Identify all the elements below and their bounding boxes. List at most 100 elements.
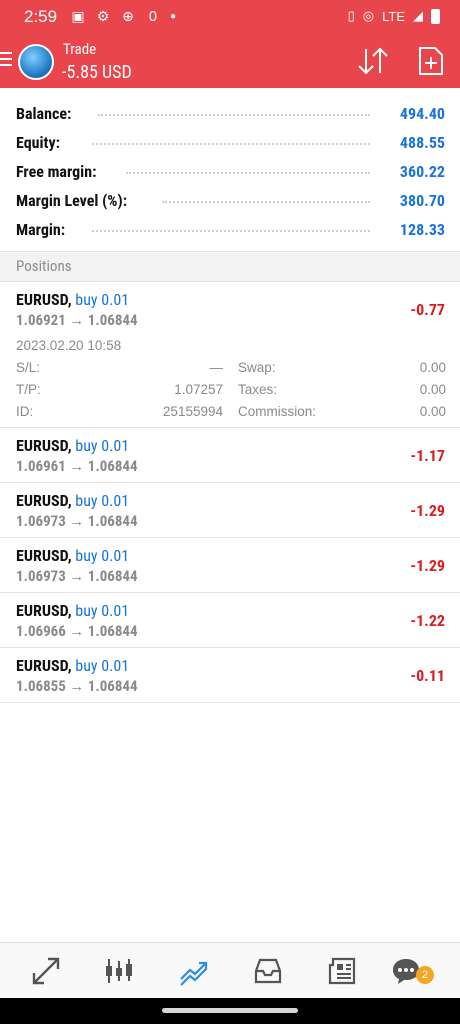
position-row[interactable]: EURUSD, buy 0.01 1.06961 → 1.06844 -1.17 (0, 428, 460, 483)
quotes-icon[interactable] (30, 955, 62, 987)
positions-header: Positions (0, 252, 460, 281)
position-symbol: EURUSD, buy 0.01 (16, 290, 129, 309)
position-profit: -0.11 (410, 666, 445, 685)
trade-icon[interactable] (178, 955, 210, 987)
symbol-text: EURUSD, (16, 546, 72, 565)
equity-row: Equity: 488.55 (0, 129, 460, 158)
symbol-text: EURUSD, (16, 491, 72, 510)
margin-level-row: Margin Level (%): 380.70 (0, 187, 460, 216)
margin-level-label: Margin Level (%): (16, 191, 128, 210)
margin-value: 128.33 (399, 220, 445, 239)
app-header: Trade -5.85 USD (0, 34, 460, 88)
margin-label: Margin: (16, 220, 66, 239)
balance-value: 494.40 (399, 104, 445, 123)
id-label: ID: (16, 404, 34, 419)
position-side: buy 0.01 (75, 546, 130, 565)
id-value: 25155994 (162, 404, 223, 419)
position-row[interactable]: EURUSD, buy 0.01 1.06921 → 1.06844 -0.77… (0, 282, 460, 428)
commission-value: 0.00 (419, 404, 446, 419)
position-row[interactable]: EURUSD, buy 0.01 1.06966 → 1.06844 -1.22 (0, 593, 460, 648)
swap-value: 0.00 (419, 360, 446, 375)
dotted-leader (162, 201, 370, 203)
home-indicator[interactable] (162, 1008, 298, 1013)
free-margin-row: Free margin: 360.22 (0, 158, 460, 187)
position-row[interactable]: EURUSD, buy 0.01 1.06973 → 1.06844 -1.29 (0, 483, 460, 538)
position-side: buy 0.01 (75, 491, 130, 510)
sl-label: S/L: (16, 360, 41, 375)
symbol-text: EURUSD, (16, 290, 72, 309)
position-prices: 1.06921 → 1.06844 (16, 311, 138, 329)
app-logo (18, 44, 54, 80)
page-title: Trade (63, 40, 97, 58)
dotted-leader (92, 230, 370, 232)
swap-label: Swap: (238, 360, 276, 375)
symbol-text: EURUSD, (16, 656, 72, 675)
new-order-icon[interactable] (418, 46, 444, 76)
positions-title: Positions (16, 257, 72, 275)
more-notifications-icon: ● (170, 11, 177, 22)
status-time: 2:59 (24, 7, 58, 26)
system-icons: ▯ ◎ LTE ◢ (348, 8, 440, 24)
dotted-leader (98, 114, 370, 116)
tp-label: T/P: (16, 382, 41, 397)
equity-value: 488.55 (399, 133, 445, 152)
vpn-icon: ⊕ (122, 9, 134, 25)
margin-row: Margin: 128.33 (0, 216, 460, 245)
position-side: buy 0.01 (75, 656, 130, 675)
message-icon: ▣ (71, 9, 85, 25)
gesture-bar (0, 998, 460, 1024)
position-prices: 1.06973 → 1.06844 (16, 512, 138, 530)
sl-value: — (209, 360, 224, 375)
position-symbol: EURUSD, buy 0.01 (16, 546, 129, 565)
notification-icons: ▣ ⚙ ⊕ O ● (70, 9, 176, 25)
position-row[interactable]: EURUSD, buy 0.01 1.06973 → 1.06844 -1.29 (0, 538, 460, 593)
tp-value: 1.07257 (174, 382, 223, 397)
opera-icon: O (148, 9, 158, 25)
position-profit: -1.29 (410, 556, 445, 575)
vibrate-icon: ▯ (347, 8, 355, 23)
free-margin-label: Free margin: (16, 162, 97, 181)
chart-icon[interactable] (103, 955, 135, 987)
position-side: buy 0.01 (75, 601, 130, 620)
symbol-text: EURUSD, (16, 601, 72, 620)
menu-icon[interactable] (0, 52, 12, 70)
position-prices: 1.06855 → 1.06844 (16, 677, 138, 695)
dotted-leader (126, 172, 370, 174)
position-side: buy 0.01 (75, 290, 130, 309)
position-profit: -1.29 (410, 501, 445, 520)
taxes-value: 0.00 (419, 382, 446, 397)
symbol-text: EURUSD, (16, 436, 72, 455)
account-summary: Balance: 494.40 Equity: 488.55 Free marg… (0, 100, 460, 245)
battery-icon (431, 8, 440, 24)
sort-icon[interactable] (356, 46, 390, 76)
commission-label: Commission: (238, 404, 317, 419)
taxes-label: Taxes: (238, 382, 278, 397)
dotted-leader (92, 143, 370, 145)
position-side: buy 0.01 (75, 436, 130, 455)
chat-badge: 2 (416, 966, 434, 984)
balance-label: Balance: (16, 104, 72, 123)
total-profit: -5.85 USD (62, 62, 132, 83)
divider (0, 702, 460, 703)
position-profit: -0.77 (410, 300, 445, 319)
network-type: LTE (382, 8, 405, 24)
position-row[interactable]: EURUSD, buy 0.01 1.06855 → 1.06844 -0.11 (0, 648, 460, 703)
app-notification-icon: ⚙ (96, 9, 110, 25)
position-prices: 1.06966 → 1.06844 (16, 622, 138, 640)
free-margin-value: 360.22 (399, 162, 445, 181)
position-prices: 1.06961 → 1.06844 (16, 457, 138, 475)
balance-row: Balance: 494.40 (0, 100, 460, 129)
position-symbol: EURUSD, buy 0.01 (16, 601, 129, 620)
equity-label: Equity: (16, 133, 60, 152)
position-symbol: EURUSD, buy 0.01 (16, 436, 129, 455)
position-symbol: EURUSD, buy 0.01 (16, 491, 129, 510)
open-time: 2023.02.20 10:58 (16, 338, 122, 353)
hotspot-icon: ◎ (362, 8, 375, 23)
position-prices: 1.06973 → 1.06844 (16, 567, 138, 585)
signal-icon: ◢ (413, 8, 423, 23)
history-icon[interactable] (252, 955, 284, 987)
news-icon[interactable] (326, 955, 358, 987)
margin-level-value: 380.70 (399, 191, 445, 210)
position-symbol: EURUSD, buy 0.01 (16, 656, 129, 675)
position-profit: -1.22 (410, 611, 445, 630)
